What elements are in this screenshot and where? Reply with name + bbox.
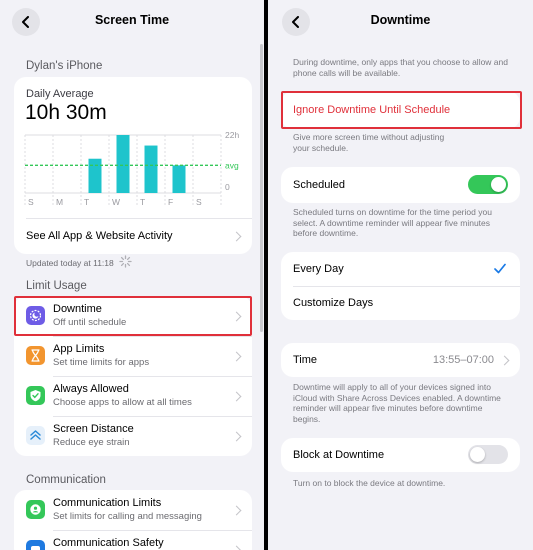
- y-tick-label: avg: [225, 160, 239, 170]
- block-at-downtime-toggle[interactable]: [468, 445, 508, 464]
- toggle-knob: [470, 447, 485, 462]
- block-note: Turn on to block the device at downtime.: [293, 478, 446, 488]
- x-tick-label: M: [56, 197, 63, 207]
- option-every-day[interactable]: Every Day: [281, 252, 520, 286]
- y-tick-label: 0: [225, 182, 230, 192]
- daily-average-card: Daily Average 10h 30m S M T W T F S 22h avg 0 See…: [14, 77, 252, 254]
- communication-header: Communication: [26, 474, 106, 486]
- days-card: Every Day Customize Days: [281, 252, 520, 320]
- chart-bar[interactable]: [116, 135, 130, 193]
- item-title: App Limits: [53, 343, 105, 355]
- screen-distance-icon: [26, 426, 45, 445]
- x-tick-label: T: [140, 197, 145, 207]
- checkmark-icon: [494, 263, 506, 274]
- communication-card: Communication Limits Set limits for call…: [14, 490, 252, 550]
- option-customize-days[interactable]: Customize Days: [281, 286, 520, 320]
- person-bubble-icon: [26, 500, 45, 519]
- time-label: Time: [293, 354, 318, 366]
- list-item-app-limits[interactable]: App Limits Set time limits for apps: [14, 336, 252, 376]
- usage-chart[interactable]: S M T W T F S 22h avg 0: [14, 129, 252, 211]
- chevron-right-icon: [231, 431, 242, 442]
- loading-spinner-icon: [119, 255, 132, 268]
- scheduled-label: Scheduled: [293, 179, 345, 191]
- screen-time-pane: Screen Time Dylan's iPhone Daily Average…: [0, 0, 264, 550]
- chart-bar[interactable]: [172, 165, 186, 193]
- device-name: Dylan's iPhone: [26, 60, 103, 72]
- scheduled-toggle[interactable]: [468, 175, 508, 194]
- scheduled-note: Scheduled turns on downtime for the time…: [293, 207, 492, 239]
- list-item-screen-distance[interactable]: Screen Distance Reduce eye strain: [14, 416, 252, 456]
- customize-days-label: Customize Days: [293, 297, 374, 309]
- see-all-activity-link[interactable]: See All App & Website Activity: [26, 230, 173, 242]
- block-card: Block at Downtime: [281, 438, 520, 472]
- chevron-right-icon: [499, 355, 510, 366]
- limit-usage-header: Limit Usage: [26, 280, 87, 292]
- list-item-always-allowed[interactable]: Always Allowed Choose apps to allow at a…: [14, 376, 252, 416]
- checkmark-shield-icon: [26, 386, 45, 405]
- time-value: 13:55–07:00: [432, 354, 494, 366]
- daily-average-label: Daily Average: [26, 88, 94, 100]
- x-tick-label: W: [112, 197, 120, 207]
- list-item-communication-safety[interactable]: Communication Safety: [14, 530, 252, 550]
- item-title: Always Allowed: [53, 383, 129, 395]
- toggle-knob: [491, 177, 506, 192]
- chevron-right-icon: [231, 505, 242, 516]
- item-title: Screen Distance: [53, 423, 134, 435]
- highlight-box: [14, 296, 252, 336]
- chart-bar[interactable]: [144, 145, 158, 193]
- highlight-box: [281, 91, 522, 129]
- time-note: Downtime will apply to all of your devic…: [293, 382, 501, 424]
- chevron-right-icon: [231, 351, 242, 362]
- scheduled-card: Scheduled: [281, 167, 520, 203]
- x-tick-label: F: [168, 197, 173, 207]
- y-tick-label: 22h: [225, 130, 239, 140]
- list-item-communication-limits[interactable]: Communication Limits Set limits for call…: [14, 490, 252, 530]
- ignore-downtime-note: Give more screen time without adjusting …: [293, 132, 445, 153]
- chevron-right-icon: [231, 545, 242, 550]
- item-subtitle: Reduce eye strain: [53, 437, 130, 448]
- scrollbar[interactable]: [260, 44, 263, 332]
- chevron-right-icon: [231, 231, 242, 242]
- item-subtitle: Choose apps to allow at all times: [53, 397, 192, 408]
- page-title: Screen Time: [94, 13, 170, 27]
- x-tick-label: S: [28, 197, 34, 207]
- chevron-right-icon: [231, 391, 242, 402]
- page-title: Downtime: [370, 13, 431, 27]
- item-subtitle: Set time limits for apps: [53, 357, 150, 368]
- time-row[interactable]: Time 13:55–07:00: [281, 343, 520, 377]
- downtime-intro: During downtime, only apps that you choo…: [293, 57, 508, 78]
- x-tick-label: S: [196, 197, 202, 207]
- communication-safety-icon: [26, 540, 45, 550]
- block-at-downtime-label: Block at Downtime: [293, 449, 385, 461]
- item-subtitle: Set limits for calling and messaging: [53, 511, 202, 522]
- every-day-label: Every Day: [293, 263, 344, 275]
- chart-bar[interactable]: [88, 158, 102, 193]
- hourglass-icon: [26, 346, 45, 365]
- daily-average-value: 10h 30m: [25, 101, 107, 124]
- updated-timestamp: Updated today at 11:18: [26, 258, 114, 268]
- x-tick-label: T: [84, 197, 89, 207]
- item-title: Communication Limits: [53, 497, 162, 509]
- item-title: Communication Safety: [53, 537, 164, 549]
